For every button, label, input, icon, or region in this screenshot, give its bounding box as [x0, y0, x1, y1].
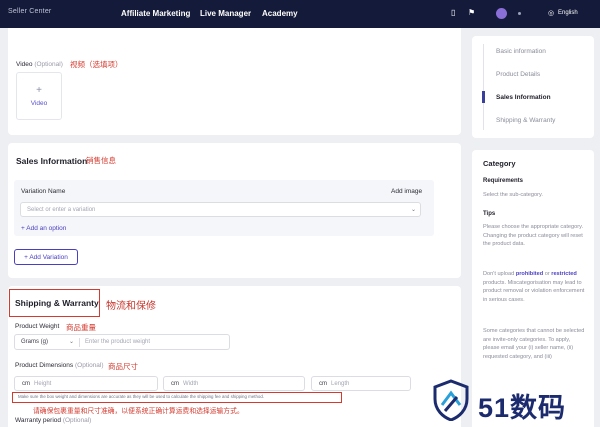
- add-option-link[interactable]: + Add an option: [21, 225, 66, 232]
- top-navigation-bar: Seller Center Affiliate Marketing Live M…: [0, 0, 600, 28]
- weight-placeholder: Enter the product weight: [85, 339, 151, 345]
- length-input[interactable]: cm Length: [311, 376, 411, 391]
- add-variation-label: + Add Variation: [24, 254, 68, 261]
- add-image-toggle[interactable]: Add image: [391, 188, 422, 195]
- height-unit: cm: [22, 381, 30, 387]
- shield-logo-icon: [433, 379, 469, 421]
- tip-prohibited-products: Don't upload prohibited or restricted pr…: [483, 271, 585, 303]
- globe-icon[interactable]: ◎: [548, 9, 554, 17]
- warranty-period-label: Warranty period (Optional): [15, 417, 92, 424]
- step-shipping-warranty[interactable]: Shipping & Warranty: [496, 117, 555, 124]
- dimensions-annotation: 商品尺寸: [108, 362, 138, 371]
- variation-select[interactable]: Select or enter a variation ⌄: [20, 202, 421, 217]
- product-weight-label: Product Weight: [15, 323, 60, 330]
- product-weight-input[interactable]: Grams (g) ⌄ Enter the product weight: [14, 334, 230, 350]
- watermark-brand: 51数码: [478, 393, 567, 423]
- product-dimensions-label: Product Dimensions (Optional): [15, 362, 104, 369]
- video-upload-label: Video: [30, 100, 48, 107]
- dimensions-hint: Make sure the box weight and dimensions …: [18, 394, 265, 399]
- width-unit: cm: [171, 381, 179, 387]
- seller-center-logo[interactable]: Seller Center: [8, 8, 51, 15]
- requirements-text: Select the sub-category.: [483, 192, 543, 198]
- chevron-down-icon: ⌄: [411, 207, 417, 213]
- restricted-link[interactable]: restricted: [551, 271, 577, 277]
- height-input[interactable]: cm Height: [14, 376, 158, 391]
- video-annotation: 视频（选填项）: [70, 60, 123, 69]
- video-label: Video (Optional): [16, 61, 63, 68]
- shipping-annotation: 物流和保修: [106, 301, 156, 312]
- tip-category-choice: Please choose the appropriate category. …: [483, 224, 584, 248]
- length-unit: cm: [319, 381, 327, 387]
- variation-name-label: Variation Name: [21, 188, 66, 195]
- dimensions-note-annotation: 请确保包裹重量和尺寸准确，以便系统正确计算运费和选择运输方式。: [33, 408, 244, 415]
- variation-placeholder: Select or enter a variation: [27, 207, 96, 213]
- sales-annotation: 销售信息: [86, 156, 116, 165]
- video-upload-box[interactable]: + Video: [16, 72, 62, 120]
- width-input[interactable]: cm Width: [163, 376, 305, 391]
- chevron-down-icon: ⌄: [69, 339, 75, 345]
- media-card: [8, 28, 461, 135]
- weight-annotation: 商品重量: [66, 323, 96, 332]
- category-title: Category: [483, 159, 516, 168]
- plus-icon: +: [36, 85, 42, 96]
- step-basic-information[interactable]: Basic information: [496, 48, 546, 55]
- sales-information-title: Sales Information: [16, 156, 88, 166]
- tips-title: Tips: [483, 211, 496, 217]
- phone-icon[interactable]: ▯: [451, 8, 455, 18]
- divider: [79, 338, 80, 347]
- height-placeholder: Height: [34, 381, 52, 387]
- add-variation-button[interactable]: + Add Variation: [14, 249, 78, 265]
- bell-icon[interactable]: ⚑: [468, 8, 475, 18]
- prohibited-link[interactable]: prohibited: [516, 271, 543, 277]
- nav-link-academy[interactable]: Academy: [262, 9, 298, 18]
- step-product-details[interactable]: Product Details: [496, 71, 540, 78]
- width-placeholder: Width: [183, 381, 199, 387]
- tip-invite-only: Some categories that cannot be selected …: [483, 328, 585, 360]
- steps-track: [483, 44, 484, 130]
- nav-link-live-manager[interactable]: Live Manager: [200, 9, 251, 18]
- nav-link-affiliate-marketing[interactable]: Affiliate Marketing: [121, 9, 190, 18]
- shipping-warranty-title: Shipping & Warranty: [15, 298, 99, 308]
- status-dot-icon: [518, 12, 521, 15]
- length-placeholder: Length: [331, 381, 350, 387]
- step-sales-information[interactable]: Sales Information: [496, 94, 551, 101]
- form-steps-panel: Basic information Product Details Sales …: [472, 36, 594, 138]
- active-step-indicator: [482, 91, 485, 103]
- weight-unit-select[interactable]: Grams (g): [21, 339, 48, 345]
- requirements-title: Requirements: [483, 178, 524, 184]
- avatar[interactable]: [496, 8, 507, 19]
- language-selector[interactable]: English: [558, 10, 578, 16]
